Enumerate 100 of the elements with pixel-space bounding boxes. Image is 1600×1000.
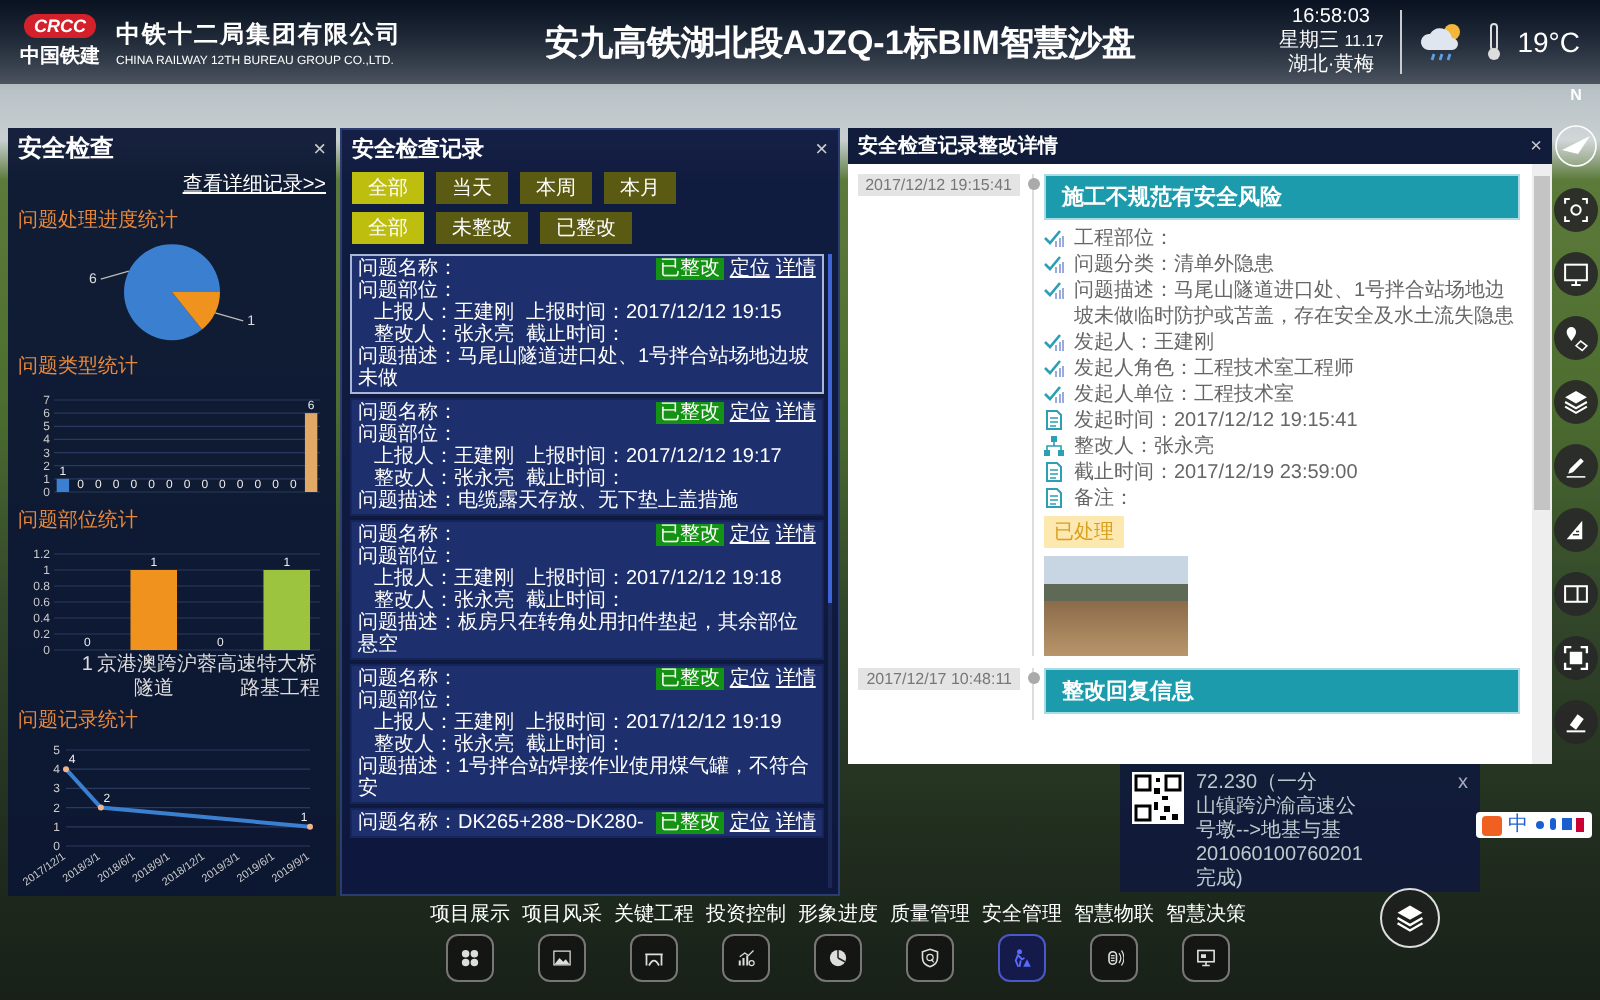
leader-line <box>100 270 130 280</box>
info-text: 山镇跨沪渝高速公 <box>1196 796 1358 819</box>
panel-title: 安全检查记录整改详情 <box>858 132 1058 160</box>
locate-link[interactable]: 定位 <box>729 402 770 424</box>
split-view-icon <box>1562 580 1590 608</box>
record-card[interactable]: 问题名称： 已整改 定位 详情 问题部位： 上报人：王建刚 上报时间：2017/12/12 19:19 整改人：张永亮 截止时间： 问题描述：1号拌合站焊接作业使用煤气罐，不符合安 <box>350 664 824 804</box>
company-name: 中铁十二局集团有限公司 <box>116 17 402 51</box>
record-card[interactable]: 问题名称： 已整改 定位 详情 问题部位： 上报人：王建刚 上报时间：2017/12/12 19:17 整改人：张永亮 截止时间： 问题描述：电缆露天存放、无下垫上盖措施 <box>350 398 824 516</box>
details-link[interactable]: 详情 <box>775 812 816 834</box>
record-card[interactable]: 问题名称：DK265+288~DK280- 已整改 定位 详情 <box>350 808 824 838</box>
nav-label: 项目展示 <box>430 904 510 926</box>
thermometer-icon <box>1485 22 1502 62</box>
record-description: 问题描述：板房只在转角处用扣件垫起，其余部位悬空 <box>358 612 800 656</box>
nav-button[interactable] <box>446 934 494 982</box>
record-name: 问题名称： <box>358 258 458 280</box>
fullscreen-icon <box>1562 644 1590 672</box>
record-card[interactable]: 问题名称： 已整改 定位 详情 问题部位： 上报人：王建刚 上报时间：2017/12/12 19:15 整改人：张永亮 截止时间： 问题描述：马尾山隧道进口处、1号拌合站场地边坡未做 <box>350 254 824 394</box>
locate-link[interactable]: 定位 <box>729 668 770 690</box>
pie-chart-icon <box>828 944 848 972</box>
info-text: 号墩-->地基与基 <box>1196 820 1343 844</box>
details-link[interactable]: 详情 <box>775 668 816 690</box>
detail-field: 备注： <box>1074 486 1134 512</box>
input-mode-label[interactable]: 中 <box>1508 813 1528 837</box>
close-button[interactable]: × <box>1530 135 1542 157</box>
pen-icon <box>1562 452 1590 480</box>
detail-field: 发起人角色：工程技术室工程师 <box>1074 356 1354 382</box>
check-icon <box>1044 228 1064 248</box>
info-text: 72.230（一分 <box>1196 772 1320 795</box>
compass-icon[interactable] <box>1554 124 1598 168</box>
clock-time: 16:58:03 <box>1292 6 1370 29</box>
detail-field: 发起人：王建刚 <box>1074 330 1214 356</box>
date: 11.17 <box>1344 30 1384 53</box>
nav-label: 智慧决策 <box>1166 904 1246 926</box>
rectifier: 整改人：张永亮 <box>374 324 514 346</box>
filter-button[interactable]: 本月 <box>604 172 676 204</box>
filter-button[interactable]: 当天 <box>436 172 508 204</box>
locate-link[interactable]: 定位 <box>729 524 770 546</box>
nav-label: 质量管理 <box>890 904 970 926</box>
rectifier: 整改人：张永亮 <box>374 468 514 490</box>
monitor-icon <box>1196 944 1216 972</box>
check-icon <box>1044 280 1064 300</box>
section-heading: 施工不规范有安全风险 <box>1044 174 1520 220</box>
details-link[interactable]: 详情 <box>775 258 816 280</box>
check-icon <box>1044 384 1064 404</box>
layers-icon <box>1394 902 1426 934</box>
qr-code-icon <box>1132 772 1184 824</box>
reporter: 上报人：王建刚 <box>374 302 514 324</box>
nav-label: 关键工程 <box>614 904 694 926</box>
panel-title: 安全检查 <box>18 132 114 166</box>
status-badge: 已整改 <box>655 524 724 546</box>
nav-button[interactable] <box>1090 934 1138 982</box>
locate-link[interactable]: 定位 <box>729 258 770 280</box>
target-icon <box>1562 196 1590 224</box>
location: 湖北·黄梅 <box>1287 54 1375 78</box>
nav-button[interactable] <box>538 934 586 982</box>
org-chart-icon <box>1044 436 1064 456</box>
info-text: 201060100760201 <box>1196 844 1365 867</box>
detail-field: 发起时间：2017/12/12 19:15:41 <box>1074 408 1358 434</box>
record-description: 问题描述：1号拌合站焊接作业使用煤气罐，不符合安 <box>358 756 812 800</box>
axis-category-label: 隧道 <box>133 677 174 699</box>
record-card[interactable]: 问题名称： 已整改 定位 详情 问题部位： 上报人：王建刚 上报时间：2017/12/12 19:18 整改人：张永亮 截止时间： 问题描述：板房只在转角处用扣件垫起，其余部位悬空 <box>350 520 824 660</box>
data-point <box>63 767 69 774</box>
close-button[interactable]: x <box>1458 772 1468 892</box>
compass-label: N <box>1570 88 1582 104</box>
logo: CRCC <box>24 14 96 38</box>
scrollbar[interactable] <box>1532 164 1552 764</box>
filter-button[interactable]: 未整改 <box>436 212 528 244</box>
close-button[interactable]: × <box>815 137 828 161</box>
bar <box>130 569 177 650</box>
close-button[interactable]: × <box>313 137 326 161</box>
document-icon <box>1044 462 1064 482</box>
reporter: 上报人：王建刚 <box>374 568 514 590</box>
details-link[interactable]: 详情 <box>775 524 816 546</box>
temperature: 19°C <box>1517 26 1580 58</box>
report-time: 上报时间：2017/12/12 19:19 <box>526 712 782 734</box>
detail-field: 问题分类：清单外隐患 <box>1074 252 1274 278</box>
leader-line <box>214 312 244 322</box>
details-link[interactable]: 详情 <box>775 402 816 424</box>
reporter: 上报人：王建刚 <box>374 712 514 734</box>
status-badge: 已整改 <box>655 812 724 834</box>
nav-button[interactable] <box>1182 934 1230 982</box>
record-name: 问题名称：DK265+288~DK280- <box>358 812 644 834</box>
filter-button[interactable]: 本周 <box>520 172 592 204</box>
input-method-tools-icon <box>1534 816 1586 834</box>
locate-link[interactable]: 定位 <box>729 812 770 834</box>
record-name: 问题名称： <box>358 524 458 546</box>
scrollbar[interactable] <box>827 254 832 888</box>
shield-icon <box>920 944 940 972</box>
nav-button[interactable] <box>814 934 862 982</box>
nav-button[interactable] <box>722 934 770 982</box>
nav-button[interactable] <box>630 934 678 982</box>
nav-button[interactable] <box>906 934 954 982</box>
deadline: 截止时间： <box>526 734 626 756</box>
view-records-link[interactable]: 查看详细记录>> <box>182 170 326 198</box>
record-location: 问题部位： <box>358 280 460 302</box>
filter-button[interactable]: 已整改 <box>540 212 632 244</box>
axis-category-label: 京港澳跨沪蓉高速特大桥 <box>96 653 317 676</box>
chart-title: 问题类型统计 <box>18 353 140 380</box>
detail-field: 截止时间：2017/12/19 23:59:00 <box>1074 460 1358 486</box>
status-badge: 已整改 <box>655 258 724 280</box>
